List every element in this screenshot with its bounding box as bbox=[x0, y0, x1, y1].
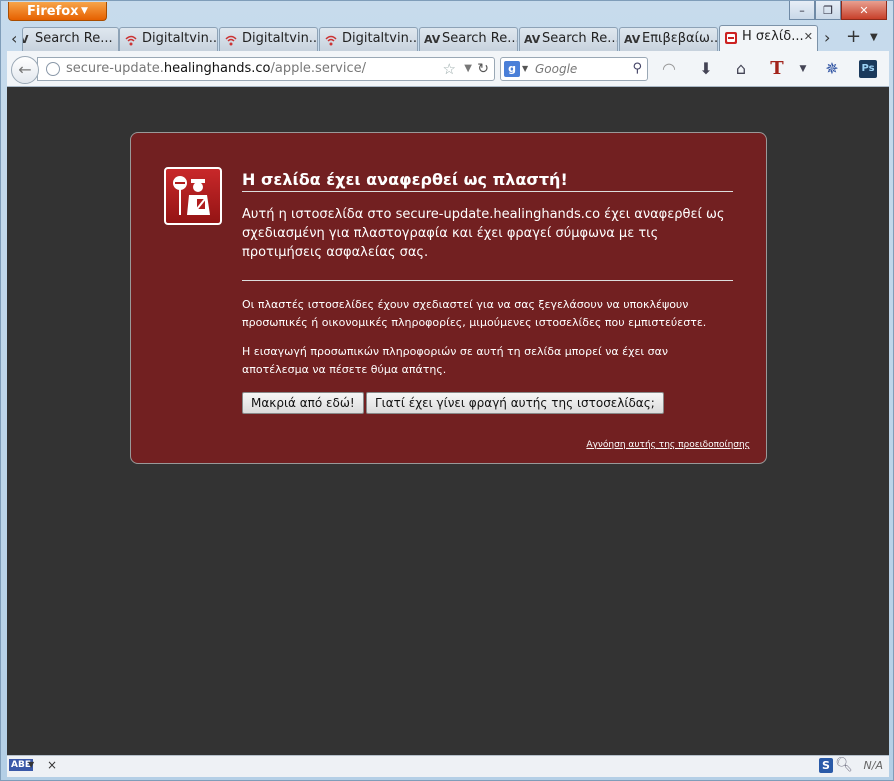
av-icon: AV bbox=[624, 33, 641, 46]
tab-search-results-2[interactable]: AV Search Re... bbox=[419, 27, 518, 51]
status-bar: ABE ▼ × S 🔍︎ N/A bbox=[7, 755, 889, 777]
page-content: Η σελίδα έχει αναφερθεί ως πλαστή! Αυτή … bbox=[7, 87, 889, 755]
search-bar[interactable]: g ▼ Google ⚲ bbox=[500, 57, 648, 81]
tab-digitaltvin-3[interactable]: Digitaltvin... bbox=[319, 27, 418, 51]
url-domain: healinghands.co bbox=[163, 61, 271, 76]
addon-star-icon[interactable]: ✵ bbox=[822, 59, 842, 79]
navigation-bar: secure-update.healinghands.co/apple.serv… bbox=[7, 51, 889, 87]
search-icon[interactable]: ⚲ bbox=[632, 58, 642, 80]
tab-label: Digitaltvin... bbox=[242, 31, 318, 46]
tab-search-results-1[interactable]: V Search Re... bbox=[22, 27, 119, 51]
photoshop-icon[interactable]: Ps bbox=[859, 60, 877, 78]
new-tab-icon[interactable]: + bbox=[846, 26, 861, 47]
error-long-paragraph-1: Οι πλαστές ιστοσελίδες έχουν σχεδιαστεί … bbox=[242, 298, 707, 329]
close-window-button[interactable]: ✕ bbox=[841, 1, 887, 20]
blocked-icon bbox=[724, 31, 738, 45]
tab-label: Digitaltvin... bbox=[342, 31, 418, 46]
tab-strip: ‹ V Search Re... Digitaltvin... Digitalt… bbox=[7, 25, 889, 51]
abe-dropdown-icon[interactable]: ▼ bbox=[28, 760, 34, 769]
close-tab-icon[interactable]: ✕ bbox=[804, 26, 813, 48]
error-short-description: Αυτή η ιστοσελίδα στο secure-update.heal… bbox=[242, 207, 725, 260]
error-long-description: Οι πλαστές ιστοσελίδες έχουν σχεδιαστεί … bbox=[242, 296, 733, 390]
why-blocked-button[interactable]: Γιατί έχει γίνει φραγή αυτής της ιστοσελ… bbox=[366, 392, 664, 414]
ignore-warning-link[interactable]: Αγνόηση αυτής της προειδοποίησης bbox=[586, 440, 750, 450]
error-long-paragraph-2: Η εισαγωγή προσωπικών πληροφοριών σε αυτ… bbox=[242, 345, 668, 376]
av-icon: V bbox=[23, 33, 34, 47]
engine-dropdown-icon[interactable]: ▼ bbox=[522, 58, 528, 80]
tab-label: Search Re... bbox=[542, 31, 618, 46]
error-title: Η σελίδα έχει αναφερθεί ως πλαστή! bbox=[242, 170, 733, 192]
tab-blocked-page[interactable]: Η σελίδ... ✕ bbox=[719, 25, 818, 51]
tab-label: Search Re... bbox=[35, 31, 113, 46]
status-na-label: N/A bbox=[863, 759, 883, 772]
wifi-icon bbox=[124, 33, 138, 47]
phishing-warning-box: Η σελίδα έχει αναφερθεί ως πλαστή! Αυτή … bbox=[130, 132, 767, 464]
magnifier-icon[interactable]: 🔍︎ bbox=[835, 757, 853, 773]
browser-window: Firefox ▼ – ❐ ✕ ‹ V Search Re... Digital… bbox=[0, 0, 894, 781]
url-path: /apple.service/ bbox=[270, 61, 367, 76]
tab-label: Search Re... bbox=[442, 31, 518, 46]
get-me-out-button[interactable]: Μακριά από εδώ! bbox=[242, 392, 364, 414]
globe-icon bbox=[46, 62, 60, 76]
reload-icon[interactable]: ↻ bbox=[477, 58, 489, 80]
bookmark-star-icon[interactable]: ☆ bbox=[443, 58, 456, 80]
translate-dropdown-icon[interactable]: ▼ bbox=[793, 59, 813, 79]
s-addon-icon[interactable]: S bbox=[819, 758, 833, 773]
tab-label: Η σελίδ... bbox=[742, 29, 804, 44]
scroll-tabs-right-icon[interactable]: › bbox=[824, 28, 830, 47]
wifi-icon bbox=[224, 33, 238, 47]
google-engine-icon[interactable]: g bbox=[504, 61, 520, 77]
window-controls: – ❐ ✕ bbox=[789, 1, 887, 21]
home-icon[interactable]: ⌂ bbox=[731, 59, 751, 79]
url-prefix: secure-update. bbox=[66, 61, 164, 76]
tab-digitaltvin-2[interactable]: Digitaltvin... bbox=[219, 27, 318, 51]
tab-label: Digitaltvin... bbox=[142, 31, 218, 46]
minimize-button[interactable]: – bbox=[789, 1, 815, 20]
back-button[interactable]: ← bbox=[11, 56, 39, 84]
officer-warning-icon bbox=[164, 167, 222, 225]
av-icon: AV bbox=[524, 33, 541, 46]
search-placeholder: Google bbox=[535, 62, 578, 76]
scroll-tabs-left-icon[interactable]: ‹ bbox=[11, 29, 17, 48]
av-icon: AV bbox=[424, 33, 441, 46]
url-bar[interactable]: secure-update.healinghands.co/apple.serv… bbox=[37, 57, 495, 81]
restore-button[interactable]: ❐ bbox=[815, 1, 841, 20]
tab-epivevaiosi[interactable]: AV Επιβεβαίω... bbox=[619, 27, 718, 51]
rss-icon[interactable]: ◠ bbox=[659, 59, 679, 79]
downloads-icon[interactable]: ⬇ bbox=[696, 59, 716, 79]
close-addon-bar-icon[interactable]: × bbox=[47, 758, 57, 772]
chevron-down-icon: ▼ bbox=[81, 6, 88, 16]
firefox-menu-button[interactable]: Firefox ▼ bbox=[8, 2, 107, 21]
tab-search-results-3[interactable]: AV Search Re... bbox=[519, 27, 618, 51]
list-all-tabs-icon[interactable]: ▼ bbox=[870, 32, 878, 43]
firefox-menu-label: Firefox bbox=[27, 4, 79, 19]
history-dropdown-icon[interactable]: ▼ bbox=[464, 58, 472, 80]
divider bbox=[242, 280, 733, 281]
wifi-icon bbox=[324, 33, 338, 47]
tab-digitaltvin-1[interactable]: Digitaltvin... bbox=[119, 27, 218, 51]
tab-label: Επιβεβαίω... bbox=[642, 31, 718, 46]
translate-t-icon[interactable]: T bbox=[767, 59, 787, 79]
